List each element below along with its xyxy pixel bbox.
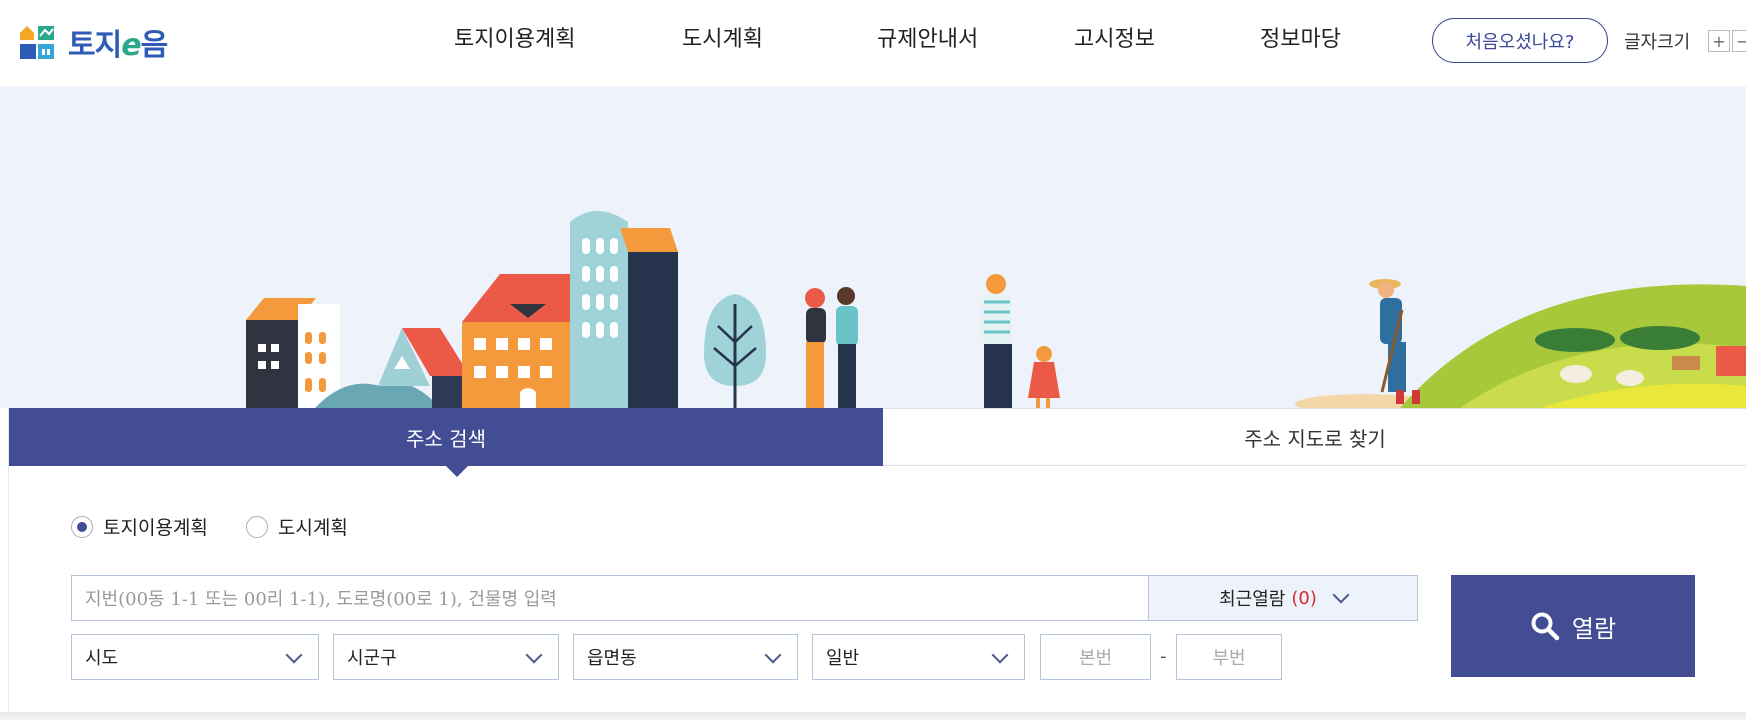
- address-search-input[interactable]: 지번(00동 1-1 또는 00리 1-1), 도로명(00로 1), 건물명 …: [71, 575, 1149, 621]
- radio-urban-plan[interactable]: [245, 515, 268, 538]
- radio-land-use-label[interactable]: 토지이용계획: [103, 513, 208, 540]
- site-logo[interactable]: 토지e음: [18, 20, 168, 64]
- building-dark-icon: [246, 298, 340, 408]
- sido-select-value: 시도: [85, 648, 119, 669]
- lot-number-dash: -: [1160, 646, 1167, 667]
- sub-lot-number-input[interactable]: 부번: [1176, 634, 1282, 680]
- chevron-down-icon: [764, 646, 782, 664]
- tab-address-search[interactable]: 주소 검색: [9, 408, 883, 477]
- farmer-icon: [1369, 279, 1420, 404]
- sigungu-select[interactable]: 시군구: [333, 634, 559, 680]
- site-header: 토지e음 토지이용계획 도시계획 규제안내서 고시정보 정보마당 처음오셨나요?…: [0, 0, 1746, 86]
- recent-views-label: 최근열람: [1219, 589, 1286, 610]
- nav-item-info-plaza[interactable]: 정보마당: [1260, 22, 1341, 58]
- chevron-down-icon: [285, 646, 303, 664]
- chevron-down-icon: [1332, 586, 1350, 604]
- land-type-select[interactable]: 일반: [812, 634, 1025, 680]
- nav-item-regulation-guide[interactable]: 규제안내서: [877, 22, 978, 58]
- nav-item-notice-info[interactable]: 고시정보: [1074, 22, 1155, 58]
- radio-urban-plan-label[interactable]: 도시계획: [278, 513, 348, 540]
- couple-people-icon: [805, 287, 858, 408]
- eupmyeondong-select[interactable]: 읍면동: [573, 634, 798, 680]
- logo-text: 토지e음: [68, 28, 168, 63]
- chevron-down-icon: [991, 646, 1009, 664]
- tower-building-icon: [570, 211, 678, 408]
- font-size-label: 글자크기: [1624, 32, 1691, 53]
- tree-icon: [704, 294, 766, 408]
- search-icon: [1531, 612, 1560, 641]
- logo-mark-icon: [18, 23, 56, 61]
- plan-type-radio-group: 토지이용계획 도시계획: [71, 513, 386, 540]
- recent-views-dropdown[interactable]: 최근열람 (0): [1149, 575, 1418, 621]
- farm-hills-icon: [1295, 284, 1746, 408]
- chevron-down-icon: [525, 646, 543, 664]
- tab-map-search[interactable]: 주소 지도로 찾기: [883, 408, 1746, 466]
- eupmyeondong-select-value: 읍면동: [587, 648, 637, 669]
- view-button[interactable]: 열람: [1451, 575, 1695, 677]
- page-bottom-edge: [0, 712, 1746, 720]
- first-visit-button[interactable]: 처음오셨나요?: [1432, 18, 1608, 63]
- hero-illustration: [0, 86, 1746, 408]
- recent-views-count: (0): [1291, 587, 1317, 609]
- font-size-increase-button[interactable]: +: [1708, 30, 1730, 52]
- land-type-select-value: 일반: [826, 648, 860, 669]
- sido-select[interactable]: 시도: [71, 634, 319, 680]
- nav-item-urban-plan[interactable]: 도시계획: [682, 22, 763, 58]
- sigungu-select-value: 시군구: [347, 648, 397, 669]
- radio-land-use[interactable]: [71, 515, 93, 538]
- father-child-icon: [982, 274, 1060, 408]
- house-orange-icon: [462, 274, 570, 408]
- nav-item-land-use[interactable]: 토지이용계획: [454, 22, 575, 58]
- font-size-decrease-button[interactable]: −: [1732, 30, 1746, 52]
- main-lot-number-input[interactable]: 본번: [1040, 634, 1151, 680]
- search-panel: 주소 검색 주소 지도로 찾기 토지이용계획 도시계획 지번(00동 1-1 또…: [8, 408, 1746, 720]
- view-button-label: 열람: [1571, 614, 1617, 643]
